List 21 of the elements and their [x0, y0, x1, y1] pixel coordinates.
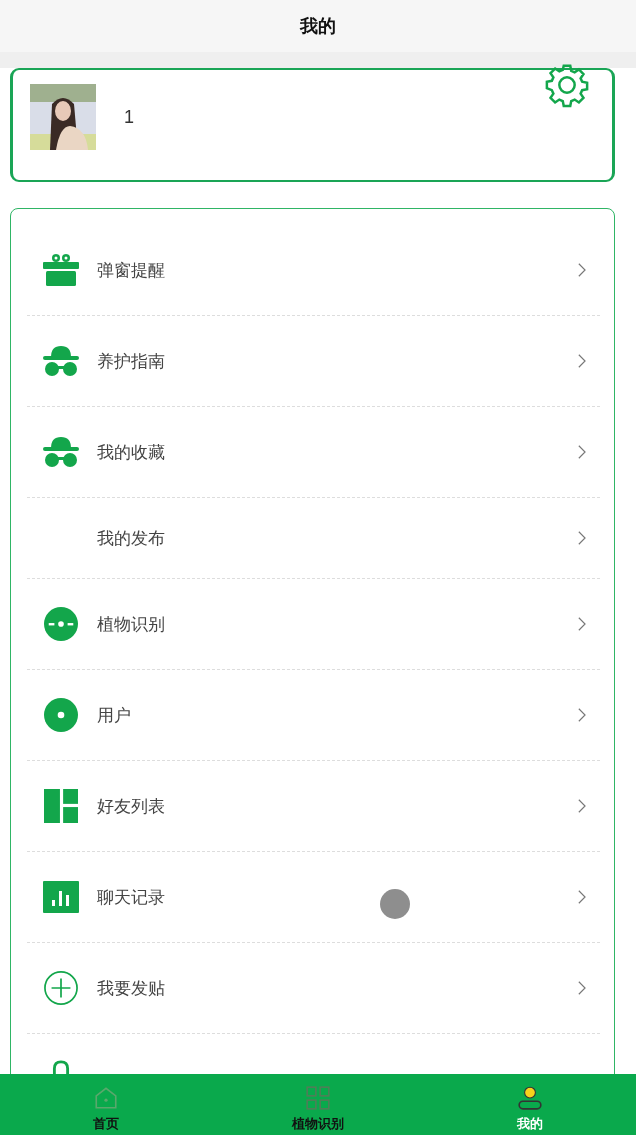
user-name: 1: [124, 106, 134, 128]
menu-item[interactable]: 养护指南: [27, 316, 600, 407]
menu-item[interactable]: 弹窗提醒: [27, 225, 600, 316]
menu-label: 用户: [97, 703, 131, 727]
menu-label: 我要发贴: [97, 976, 165, 1000]
menu-label: 我的收藏: [97, 440, 165, 464]
menu-label: 聊天记录: [97, 885, 165, 909]
tab[interactable]: 植物识别: [212, 1074, 424, 1135]
menu-item[interactable]: 我的发布: [27, 498, 600, 579]
menu-label: 好友列表: [97, 794, 165, 818]
menu-label: 我的发布: [97, 526, 165, 550]
menu-item[interactable]: 好友列表: [27, 761, 600, 852]
menu-label: 弹窗提醒: [97, 258, 165, 282]
menu-item[interactable]: 用户: [27, 670, 600, 761]
menu-item[interactable]: 植物识别: [27, 579, 600, 670]
menu-item[interactable]: 我的收藏: [27, 407, 600, 498]
tab[interactable]: 首页: [0, 1074, 212, 1135]
menu-label: 养护指南: [97, 349, 165, 373]
page-title: 我的: [300, 14, 336, 38]
menu-label: 植物识别: [97, 612, 165, 636]
menu-item[interactable]: 我要发贴: [27, 943, 600, 1034]
